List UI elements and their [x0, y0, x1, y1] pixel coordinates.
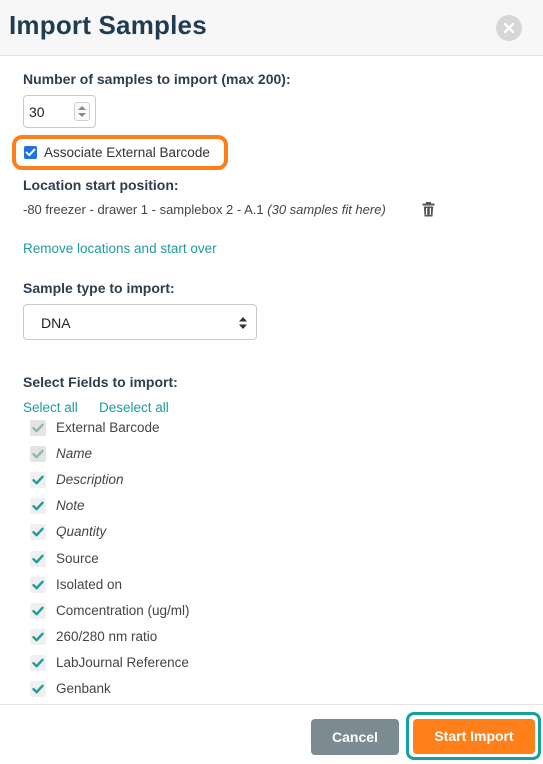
close-icon [503, 22, 515, 34]
location-separator: - [233, 202, 245, 217]
associate-barcode-checkbox[interactable] [24, 146, 37, 159]
sample-type-label: Sample type to import: [23, 280, 175, 296]
footer-divider [0, 704, 543, 705]
dialog-header: Import Samples [0, 0, 543, 56]
field-label: Description [56, 472, 124, 487]
stepper-up-icon[interactable] [78, 106, 86, 110]
checkbox-icon [32, 423, 44, 433]
num-samples-label: Number of samples to import (max 200): [23, 71, 291, 87]
field-label: Quantity [56, 524, 107, 539]
checkbox-icon [32, 527, 44, 537]
field-checkbox[interactable] [30, 603, 46, 619]
field-label: Note [56, 498, 85, 513]
fields-label: Select Fields to import: [23, 374, 178, 390]
location-label: Location start position: [23, 177, 179, 193]
field-checkbox[interactable] [30, 498, 46, 514]
field-checkbox[interactable] [30, 577, 46, 593]
checkbox-icon [32, 684, 44, 694]
field-checkbox[interactable] [30, 551, 46, 567]
checkbox-icon [32, 580, 44, 590]
checkbox-icon [32, 606, 44, 616]
checkbox-icon [32, 632, 44, 642]
remove-locations-link[interactable]: Remove locations and start over [23, 241, 217, 256]
field-checkbox[interactable] [30, 681, 46, 697]
field-checkbox[interactable] [30, 655, 46, 671]
field-checkbox[interactable] [30, 524, 46, 540]
field-label: 260/280 nm ratio [56, 629, 158, 644]
field-checkbox[interactable] [30, 446, 46, 462]
field-label: Genbank [56, 681, 111, 696]
field-label: LabJournal Reference [56, 655, 189, 670]
checkbox-icon [32, 658, 44, 668]
num-samples-stepper[interactable] [74, 102, 90, 121]
dialog-title: Import Samples [9, 10, 207, 40]
select-all-link[interactable]: Select all [23, 400, 78, 415]
location-drawer: drawer 1 [97, 202, 149, 217]
field-checkbox[interactable] [30, 629, 46, 645]
stepper-down-icon[interactable] [78, 113, 86, 117]
deselect-all-link[interactable]: Deselect all [99, 400, 169, 415]
checkbox-icon [32, 449, 44, 459]
checkbox-icon [32, 554, 44, 564]
location-separator: - [85, 202, 98, 217]
checkbox-icon [32, 475, 44, 485]
location-fit-note: (30 samples fit here) [267, 202, 386, 217]
location-path: -80 freezer - drawer 1 - samplebox 2 - A… [23, 202, 386, 217]
location-separator: - [148, 202, 160, 217]
close-button[interactable] [496, 15, 522, 41]
num-samples-input[interactable]: 30 [23, 95, 96, 128]
checkbox-icon [25, 148, 36, 157]
field-checkbox[interactable] [30, 472, 46, 488]
field-label: External Barcode [56, 420, 160, 435]
field-label: Source [56, 551, 99, 566]
num-samples-value: 30 [29, 104, 45, 120]
location-box: samplebox 2 [159, 202, 234, 217]
field-label: Isolated on [56, 577, 123, 592]
sample-type-value: DNA [41, 315, 71, 331]
location-position: A.1 [244, 202, 264, 217]
field-label: Comcentration (ug/ml) [56, 603, 190, 618]
trash-icon[interactable] [422, 202, 435, 217]
start-import-button[interactable]: Start Import [413, 719, 535, 754]
field-label: Name [56, 446, 93, 461]
select-arrows-icon [239, 317, 247, 329]
checkbox-icon [32, 501, 44, 511]
associate-barcode-label[interactable]: Associate External Barcode [44, 145, 210, 160]
location-freezer: -80 freezer [23, 202, 86, 217]
field-checkbox[interactable] [30, 420, 46, 436]
cancel-button[interactable]: Cancel [311, 719, 399, 755]
sample-type-select[interactable]: DNA [23, 304, 257, 340]
